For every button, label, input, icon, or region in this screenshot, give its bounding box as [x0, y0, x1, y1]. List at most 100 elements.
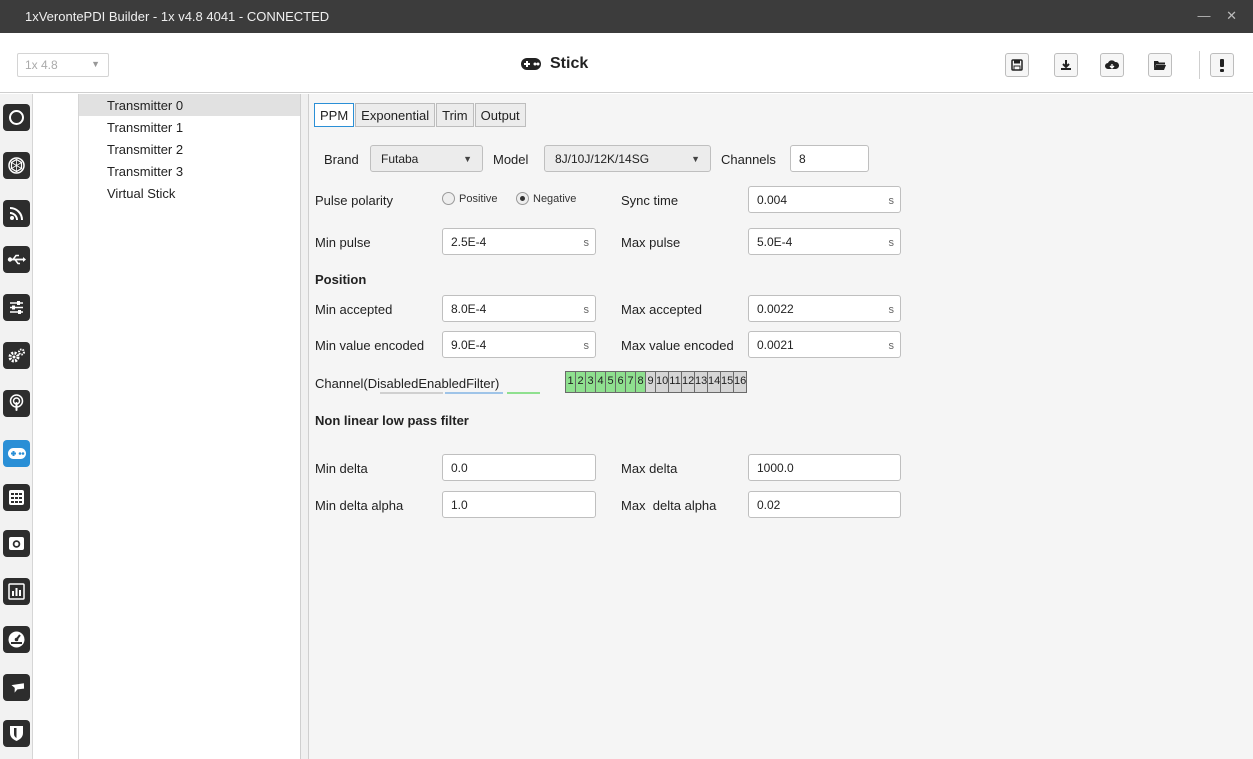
download-icon — [1061, 60, 1071, 70]
channel-legend-disabled: Disabled — [367, 376, 419, 391]
min-accepted-input[interactable]: 8.0E-4 s — [442, 295, 596, 322]
max-pulse-label: Max pulse — [621, 235, 681, 250]
panel-splitter[interactable] — [301, 94, 309, 759]
min-delta-alpha-input[interactable]: 1.0 — [442, 491, 596, 518]
channel-cell[interactable]: 15 — [720, 371, 734, 393]
open-folder-button[interactable] — [1148, 53, 1172, 77]
min-delta-label: Min delta — [315, 461, 368, 476]
channel-legend-enabled: Enabled — [418, 376, 467, 391]
model-label: Model — [493, 152, 529, 167]
list-item-virtual-stick[interactable]: Virtual Stick — [79, 182, 300, 204]
camera-icon[interactable] — [3, 530, 30, 557]
min-pulse-value: 2.5E-4 — [451, 235, 487, 249]
unit-label: s — [583, 304, 590, 316]
channel-cell[interactable]: 11 — [668, 371, 682, 393]
tab-output[interactable]: Output — [474, 103, 526, 127]
channels-input[interactable]: 8 — [790, 145, 869, 172]
list-item-transmitter-2[interactable]: Transmitter 2 — [79, 138, 300, 160]
filter-legend-swatch — [507, 392, 540, 394]
version-select[interactable]: 1x 4.8 ▼ — [17, 53, 109, 77]
title-bar: 1xVerontePDI Builder - 1x v4.8 4041 - CO… — [0, 0, 1253, 33]
unit-label: s — [888, 237, 895, 249]
channel-legend-prefix: Channel( — [315, 376, 368, 391]
max-pulse-value: 5.0E-4 — [757, 235, 793, 249]
tab-exponential[interactable]: Exponential — [355, 103, 436, 127]
max-value-encoded-input[interactable]: 0.0021 s — [748, 331, 901, 358]
list-item-transmitter-0[interactable]: Transmitter 0 — [79, 94, 300, 116]
min-value-encoded-label: Min value encoded — [315, 338, 425, 353]
cloud-icon — [1105, 60, 1119, 69]
shield-icon[interactable] — [3, 720, 30, 747]
save-icon — [1011, 59, 1023, 71]
positive-radio[interactable]: Positive — [442, 192, 498, 205]
hexagon-icon[interactable] — [3, 152, 30, 179]
unit-label: s — [888, 304, 895, 316]
list-item-transmitter-1[interactable]: Transmitter 1 — [79, 116, 300, 138]
disabled-legend-swatch — [380, 392, 443, 394]
radio-dot — [442, 192, 455, 205]
usb-icon[interactable] — [3, 246, 30, 273]
tab-ppm[interactable]: PPM — [314, 103, 355, 127]
min-accepted-value: 8.0E-4 — [451, 302, 487, 316]
unit-label: s — [888, 340, 895, 352]
broadcast-icon[interactable] — [3, 390, 30, 417]
page-title: Stick — [520, 55, 588, 73]
radio-dot — [516, 192, 529, 205]
keypad-icon[interactable] — [3, 484, 30, 511]
rss-icon[interactable] — [3, 200, 30, 227]
window-controls[interactable]: — ✕ — [1197, 8, 1243, 24]
plane-icon[interactable] — [3, 674, 30, 701]
filter-heading: Non linear low pass filter — [315, 413, 469, 428]
brand-select[interactable]: Futaba ▼ — [370, 145, 483, 172]
chart-icon[interactable] — [3, 578, 30, 605]
pulse-polarity-label: Pulse polarity — [315, 193, 394, 208]
max-value-encoded-label: Max value encoded — [621, 338, 734, 353]
channel-cell[interactable]: 16 — [733, 371, 747, 393]
channel-legend: Channel(DisabledEnabledFilter) — [315, 376, 499, 391]
gears-icon[interactable] — [3, 342, 30, 369]
chevron-down-icon: ▼ — [463, 154, 472, 164]
download-button[interactable] — [1054, 53, 1078, 77]
channel-cell[interactable]: 10 — [655, 371, 669, 393]
transmitter-list: Transmitter 0 Transmitter 1 Transmitter … — [78, 94, 301, 759]
sliders-icon[interactable] — [3, 294, 30, 321]
max-delta-alpha-label: Max delta alpha — [621, 498, 717, 513]
brand-label: Brand — [324, 152, 359, 167]
model-value: 8J/10J/12K/14SG — [555, 152, 650, 166]
channel-cell[interactable]: 13 — [694, 371, 708, 393]
unit-label: s — [583, 340, 590, 352]
save-button[interactable] — [1005, 53, 1029, 77]
tab-trim[interactable]: Trim — [436, 103, 474, 127]
channels-label: Channels — [721, 152, 776, 167]
folder-icon — [1154, 61, 1166, 70]
chevron-down-icon: ▼ — [91, 59, 100, 69]
negative-radio[interactable]: Negative — [516, 192, 576, 205]
sync-time-input[interactable]: 0.004 s — [748, 186, 901, 213]
max-delta-alpha-input[interactable]: 0.02 — [748, 491, 901, 518]
cloud-button[interactable] — [1100, 53, 1124, 77]
enabled-legend-swatch — [445, 392, 503, 394]
min-pulse-input[interactable]: 2.5E-4 s — [442, 228, 596, 255]
min-value-encoded-input[interactable]: 9.0E-4 s — [442, 331, 596, 358]
channel-cell[interactable]: 14 — [707, 371, 721, 393]
model-select[interactable]: 8J/10J/12K/14SG ▼ — [544, 145, 711, 172]
min-accepted-label: Min accepted — [315, 302, 393, 317]
module-sidebar — [0, 94, 33, 759]
channel-legend-suffix: ) — [494, 376, 500, 391]
list-item-transmitter-3[interactable]: Transmitter 3 — [79, 160, 300, 182]
channel-legend-filter: Filter — [466, 376, 495, 391]
min-delta-input[interactable]: 0.0 — [442, 454, 596, 481]
gauge-icon[interactable] — [3, 626, 30, 653]
min-value-encoded-value: 9.0E-4 — [451, 338, 487, 352]
brand-value: Futaba — [381, 152, 419, 166]
max-accepted-input[interactable]: 0.0022 s — [748, 295, 901, 322]
max-pulse-input[interactable]: 5.0E-4 s — [748, 228, 901, 255]
alert-icon — [1220, 58, 1224, 72]
max-delta-input[interactable]: 1000.0 — [748, 454, 901, 481]
power-icon[interactable] — [3, 104, 30, 131]
max-accepted-value: 0.0022 — [757, 302, 794, 316]
gamepad-icon[interactable] — [3, 440, 30, 467]
alert-button[interactable] — [1210, 53, 1234, 77]
max-accepted-label: Max accepted — [621, 302, 702, 317]
channel-cell[interactable]: 12 — [681, 371, 695, 393]
